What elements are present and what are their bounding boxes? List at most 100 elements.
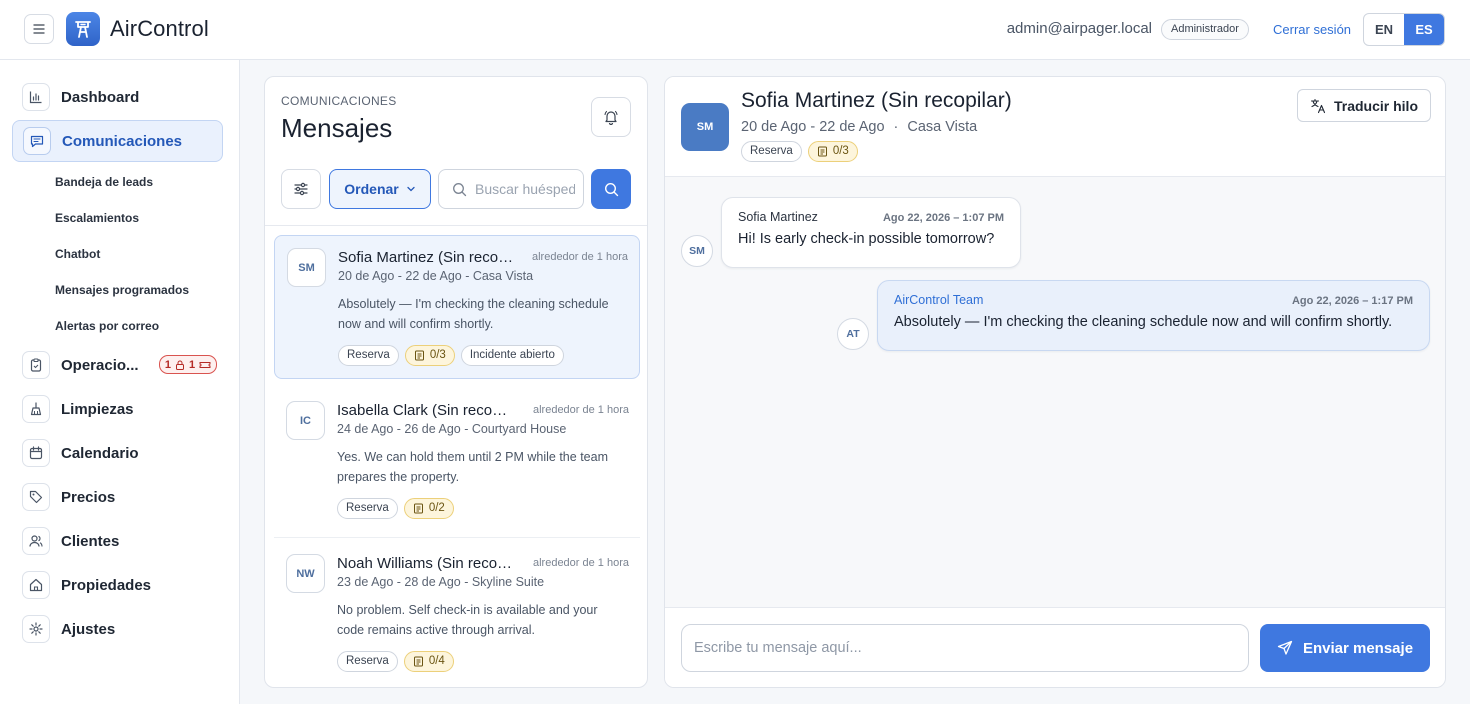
checklist-badge: 0/3 [404, 345, 455, 366]
message-text: Absolutely — I'm checking the cleaning s… [894, 314, 1393, 330]
sidebar-item-propiedades[interactable]: Propiedades [12, 564, 223, 606]
top-bar: AirControl admin@airpager.local Administ… [0, 0, 1470, 60]
message-sender: Sofia Martinez [738, 210, 818, 224]
sidebar-item-label: Limpiezas [61, 400, 134, 418]
sidebar-item-clientes[interactable]: Clientes [12, 520, 223, 562]
message-timestamp: Ago 22, 2026 – 1:17 PM [1291, 295, 1413, 307]
broom-icon [22, 395, 50, 423]
guest-name: Noah Williams (Sin recopilar) [337, 555, 515, 572]
checklist-icon [414, 350, 424, 361]
search-input[interactable] [475, 181, 575, 197]
property-name: Casa Vista [907, 119, 978, 135]
divider [265, 225, 647, 226]
message-snippet: Yes. We can hold them until 2 PM while t… [337, 450, 608, 484]
stay-dates: 24 de Ago - 26 de Ago - Courtyard House [337, 422, 567, 436]
checklist-count: 0/4 [428, 655, 445, 667]
checklist-count: 0/3 [429, 349, 446, 361]
search-field[interactable] [438, 169, 584, 209]
sidebar-item-limpiezas[interactable]: Limpiezas [12, 388, 223, 430]
sort-dropdown[interactable]: Ordenar [329, 169, 431, 209]
conversation-item[interactable]: SM Sofia Martinez (Sin recopilar) alrede… [274, 235, 640, 379]
conversation-item[interactable]: NW Noah Williams (Sin recopilar) alreded… [274, 542, 640, 686]
sidebar-item-label: Calendario [61, 444, 139, 462]
search-button[interactable] [591, 169, 631, 209]
avatar: NW [286, 554, 325, 593]
sidebar-item-label: Ajustes [61, 620, 116, 638]
sidebar-item-calendario[interactable]: Calendario [12, 432, 223, 474]
badge-count: 1 [189, 358, 196, 371]
notifications-button[interactable] [591, 97, 631, 137]
checklist-count: 0/3 [832, 145, 849, 157]
message-square-icon [23, 127, 51, 155]
sidebar-item-precios[interactable]: Precios [12, 476, 223, 518]
separator: · [893, 119, 899, 135]
search-icon [604, 182, 618, 196]
chat-guest-name: Sofia Martinez (Sin recopilar) [741, 89, 1012, 112]
checklist-icon [817, 146, 827, 157]
sidebar-subitem-alertas-por-correo[interactable]: Alertas por correo [55, 319, 159, 333]
relative-time: alrededor de 1 hora [532, 557, 629, 569]
avatar: SM [681, 235, 713, 267]
send-message-button[interactable]: Enviar mensaje [1260, 624, 1430, 672]
app-logo[interactable] [66, 12, 100, 46]
checklist-icon [413, 503, 423, 514]
sidebar-item-label: Dashboard [61, 88, 140, 106]
tag-list: Reserva 0/3 Incidente abierto [338, 345, 564, 366]
chat-header: SM Sofia Martinez (Sin recopilar) 20 de … [665, 77, 1445, 177]
message-bubble: Sofia Martinez Ago 22, 2026 – 1:07 PM Hi… [721, 197, 1021, 268]
operations-alert-badge[interactable]: 1 1 [159, 355, 217, 374]
menu-button[interactable] [24, 14, 54, 44]
sidebar-subitem-mensajes-programados[interactable]: Mensajes programados [55, 283, 189, 297]
home-icon [22, 571, 50, 599]
sidebar-item-ajustes[interactable]: Ajustes [12, 608, 223, 650]
avatar: AT [837, 318, 869, 350]
lang-es-button[interactable]: ES [1404, 14, 1444, 45]
sidebar-item-label: Operacio... [61, 356, 139, 374]
sidebar-subitem-escalamientos[interactable]: Escalamientos [55, 211, 139, 225]
badge-count: 1 [164, 358, 171, 371]
checklist-badge: 0/2 [403, 498, 454, 519]
relative-time: alrededor de 1 hora [532, 404, 629, 416]
users-icon [22, 527, 50, 555]
hamburger-icon [33, 24, 45, 34]
stay-dates: 20 de Ago - 22 de Ago - Casa Vista [338, 269, 534, 283]
sliders-icon [294, 182, 308, 196]
sort-label: Ordenar [344, 181, 399, 197]
avatar: SM [287, 248, 326, 287]
lang-en-button[interactable]: EN [1364, 14, 1404, 45]
gear-icon [22, 615, 50, 643]
sidebar-subitem-bandeja-de-leads[interactable]: Bandeja de leads [55, 175, 153, 189]
tag-icon [22, 483, 50, 511]
sidebar-item-comunicaciones[interactable]: Comunicaciones [12, 120, 223, 162]
user-email: admin@airpager.local [1006, 20, 1152, 37]
sidebar-item-dashboard[interactable]: Dashboard [12, 76, 223, 118]
calendar-icon [22, 439, 50, 467]
message-timestamp: Ago 22, 2026 – 1:07 PM [882, 212, 1004, 224]
avatar: IC [286, 401, 325, 440]
panel-eyebrow: COMUNICACIONES [281, 94, 397, 108]
chevron-down-icon [407, 186, 415, 192]
conversation-item[interactable]: IC Isabella Clark (Sin recopilar) alrede… [274, 389, 640, 533]
sidebar-subitem-chatbot[interactable]: Chatbot [55, 247, 100, 261]
sidebar-item-label: Precios [61, 488, 116, 506]
control-tower-icon [75, 21, 91, 38]
app-title: AirControl [110, 16, 209, 41]
checklist-count: 0/2 [428, 502, 445, 514]
bell-icon [604, 110, 618, 125]
translate-icon [1310, 98, 1326, 113]
message-input[interactable] [681, 624, 1249, 672]
clipboard-icon [22, 351, 50, 379]
message-snippet: No problem. Self check-in is available a… [337, 603, 598, 637]
logout-link[interactable]: Cerrar sesión [1273, 22, 1351, 37]
reservation-badge: Reserva [338, 345, 399, 366]
role-badge: Administrador [1161, 19, 1249, 40]
message-composer: Enviar mensaje [665, 607, 1445, 687]
reservation-badge: Reserva [337, 651, 398, 672]
reservation-badge: Reserva [337, 498, 398, 519]
sidebar-item-label: Propiedades [61, 576, 152, 594]
filter-button[interactable] [281, 169, 321, 209]
tag-list: Reserva 0/2 [337, 498, 454, 519]
search-icon [453, 182, 467, 196]
tag-list: Reserva 0/3 [741, 141, 858, 162]
translate-thread-button[interactable]: Traducir hilo [1296, 89, 1431, 122]
